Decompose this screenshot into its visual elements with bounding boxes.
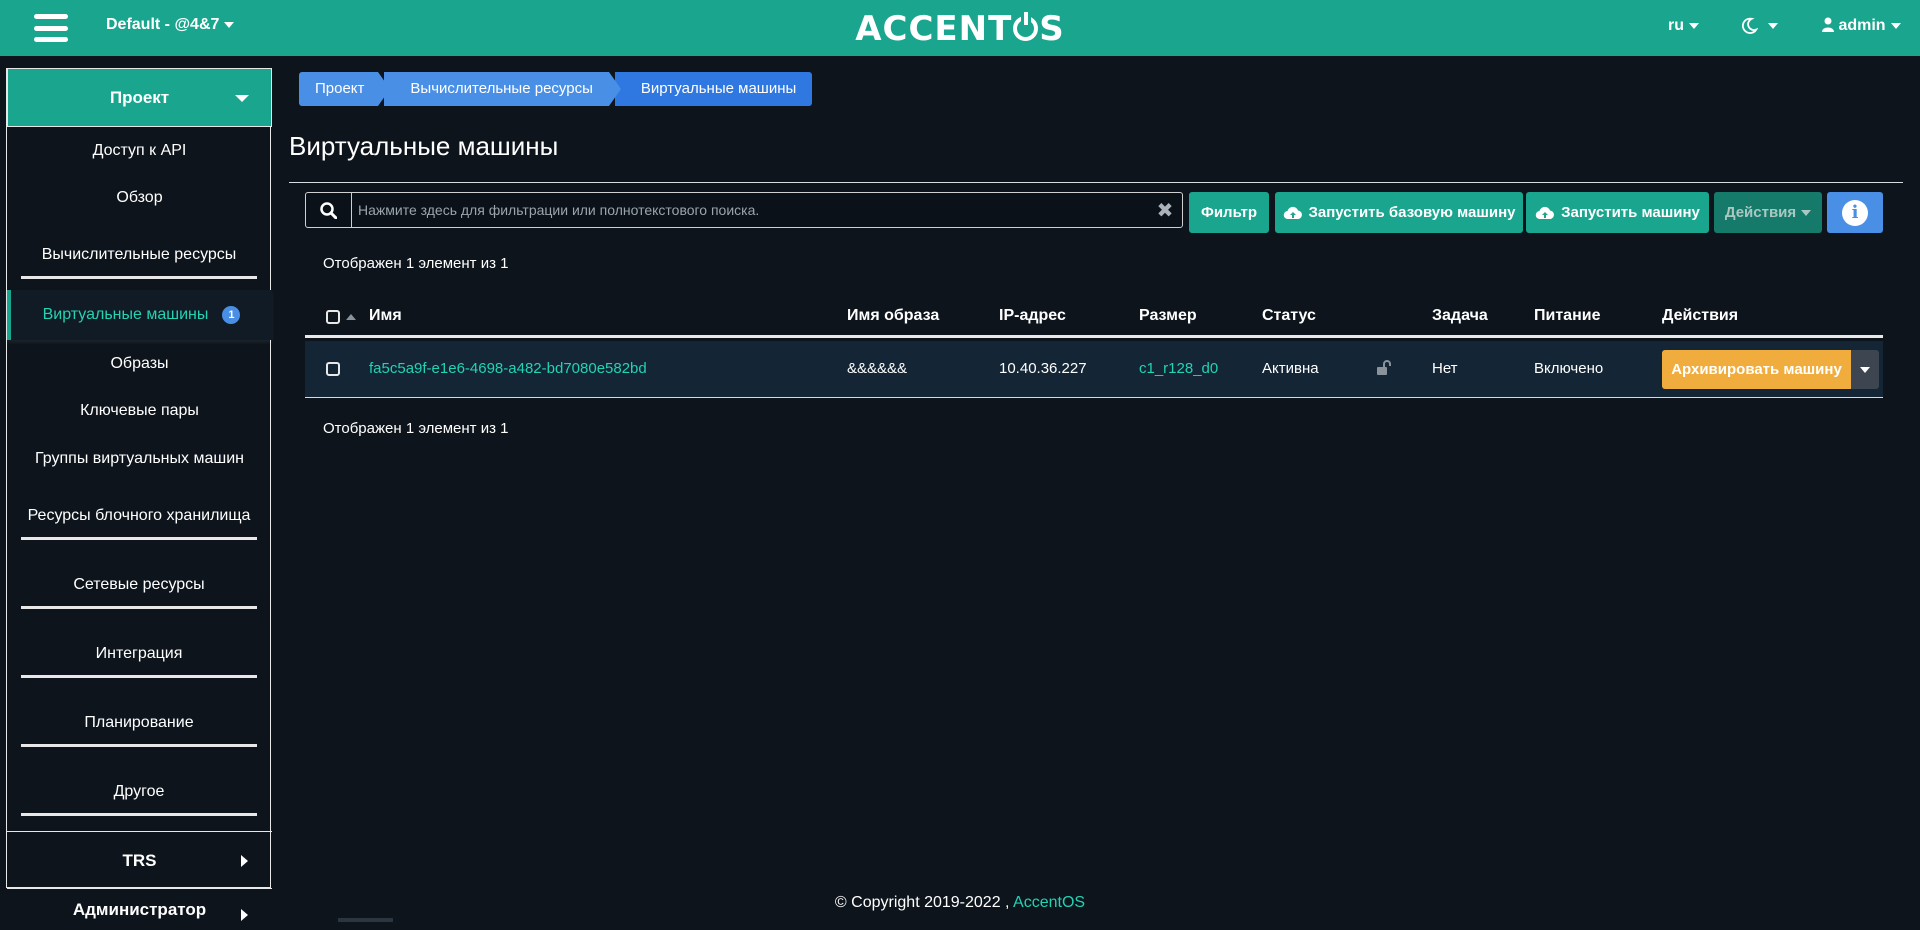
sidebar-item-images[interactable]: Образы — [7, 355, 272, 373]
logo-text-left: ACCENT — [855, 9, 1013, 49]
count-badge: 1 — [222, 306, 241, 324]
table-row: fa5c5a9f-e1e6-4698-a482-bd7080e582bd &&&… — [305, 341, 1883, 398]
launch-instance-button[interactable]: Запустить машину — [1526, 192, 1709, 233]
column-header-ip[interactable]: IP-адрес — [999, 307, 1066, 325]
actions-dropdown-button[interactable]: Действия — [1714, 192, 1822, 233]
sort-asc-icon[interactable] — [346, 314, 356, 320]
column-header-name[interactable]: Имя — [369, 307, 402, 325]
breadcrumb-virtual-machines[interactable]: Виртуальные машины — [614, 72, 813, 106]
row-checkbox[interactable] — [326, 362, 340, 376]
items-count-bottom: Отображен 1 элемент из 1 — [323, 420, 509, 437]
table-header: Имя Имя образа IP-адрес Размер Статус За… — [305, 300, 1883, 338]
sidebar-item-label: Виртуальные машины — [42, 306, 209, 323]
footer-tab — [338, 918, 393, 922]
instance-status: Активна — [1262, 360, 1319, 377]
instance-power-state: Включено — [1534, 360, 1604, 377]
search-icon — [320, 201, 337, 219]
logo-text-right: S — [1039, 9, 1065, 49]
unlock-icon — [1377, 360, 1391, 375]
sidebar-divider — [7, 831, 272, 832]
column-header-status[interactable]: Статус — [1262, 307, 1316, 325]
sidebar-project-label: Проект — [109, 87, 170, 107]
launch-instance-label: Запустить машину — [1561, 204, 1700, 221]
sidebar-item-server-groups[interactable]: Группы виртуальных машин — [7, 450, 272, 468]
column-header-image[interactable]: Имя образа — [847, 307, 939, 325]
sidebar-group-block-storage[interactable]: Ресурсы блочного хранилища — [21, 507, 257, 540]
user-name: admin — [1838, 17, 1886, 34]
column-header-actions: Действия — [1662, 307, 1739, 324]
instance-task: Нет — [1432, 360, 1458, 377]
shelve-instance-button[interactable]: Архивировать машину — [1662, 350, 1851, 389]
logo: ACCENT S — [0, 9, 1920, 49]
filter-button[interactable]: Фильтр — [1189, 192, 1269, 233]
user-icon — [1822, 17, 1834, 32]
cloud-upload-icon — [1283, 206, 1302, 219]
chevron-down-icon — [235, 95, 249, 102]
instance-size-link[interactable]: c1_r128_d0 — [1139, 360, 1218, 377]
select-all-checkbox[interactable] — [326, 310, 340, 324]
sidebar: Проект Доступ к API Обзор Вычислительные… — [6, 68, 272, 921]
info-icon: i — [1842, 199, 1868, 226]
clear-search-icon[interactable]: ✖ — [1148, 193, 1182, 227]
language-label: ru — [1668, 17, 1684, 34]
moon-icon — [1741, 17, 1759, 34]
actions-label: Действия — [1724, 204, 1797, 221]
instance-image-name: &&&&&& — [847, 360, 908, 377]
sidebar-item-virtual-machines[interactable]: Виртуальные машины 1 — [7, 290, 272, 340]
footer-copyright: © Copyright 2019-2022 , — [834, 894, 1010, 911]
sidebar-group-integration[interactable]: Интеграция — [21, 645, 257, 678]
search-bar: ✖ — [305, 192, 1183, 228]
row-actions-dropdown-toggle[interactable] — [1851, 350, 1879, 389]
column-header-size[interactable]: Размер — [1139, 307, 1197, 325]
column-header-power[interactable]: Питание — [1534, 307, 1600, 325]
chevron-down-icon — [1768, 22, 1778, 29]
cloud-upload-icon — [1535, 206, 1555, 219]
user-menu[interactable]: admin — [1822, 17, 1901, 35]
instance-ip: 10.40.36.227 — [999, 360, 1087, 377]
search-input[interactable] — [352, 193, 1148, 227]
breadcrumb-project[interactable]: Проект — [299, 72, 391, 106]
sidebar-group-network[interactable]: Сетевые ресурсы — [21, 576, 257, 609]
breadcrumb-compute[interactable]: Вычислительные ресурсы — [384, 72, 622, 106]
launch-base-instance-label: Запустить базовую машину — [1308, 204, 1516, 221]
sidebar-item-api-access[interactable]: Доступ к API — [7, 142, 272, 160]
footer: © Copyright 2019-2022 , AccentOS — [0, 894, 1920, 912]
launch-base-instance-button[interactable]: Запустить базовую машину — [1275, 192, 1523, 233]
items-count-top: Отображен 1 элемент из 1 — [323, 255, 509, 272]
chevron-right-icon — [241, 854, 248, 867]
breadcrumb: Проект Вычислительные ресурсы Виртуальны… — [299, 72, 818, 106]
sidebar-group-compute[interactable]: Вычислительные ресурсы — [21, 246, 257, 279]
sidebar-trs-toggle[interactable]: TRS — [7, 833, 272, 888]
chevron-down-icon — [1890, 22, 1901, 29]
search-button[interactable] — [306, 193, 352, 227]
info-button[interactable]: i — [1827, 192, 1883, 233]
sidebar-divider — [7, 888, 272, 889]
instance-name-link[interactable]: fa5c5a9f-e1e6-4698-a482-bd7080e582bd — [369, 360, 647, 377]
page-title: Виртуальные машины — [289, 131, 559, 161]
chevron-down-icon — [1860, 366, 1870, 373]
top-bar: Default - @4&7 ACCENT S ru admin — [0, 0, 1920, 56]
chevron-down-icon — [1801, 209, 1812, 216]
sidebar-group-other[interactable]: Другое — [21, 783, 257, 816]
language-selector[interactable]: ru — [1668, 17, 1699, 35]
sidebar-project-toggle[interactable]: Проект — [7, 68, 272, 127]
sidebar-group-scheduling[interactable]: Планирование — [21, 714, 257, 747]
power-icon — [1013, 12, 1039, 41]
title-divider — [289, 182, 1903, 183]
sidebar-item-overview[interactable]: Обзор — [7, 189, 272, 207]
column-header-task[interactable]: Задача — [1432, 307, 1488, 325]
theme-toggle[interactable] — [1740, 14, 1778, 37]
chevron-down-icon — [1689, 22, 1699, 29]
sidebar-trs-label: TRS — [122, 850, 157, 870]
sidebar-item-key-pairs[interactable]: Ключевые пары — [7, 402, 272, 420]
footer-brand-link[interactable]: AccentOS — [1013, 894, 1085, 911]
